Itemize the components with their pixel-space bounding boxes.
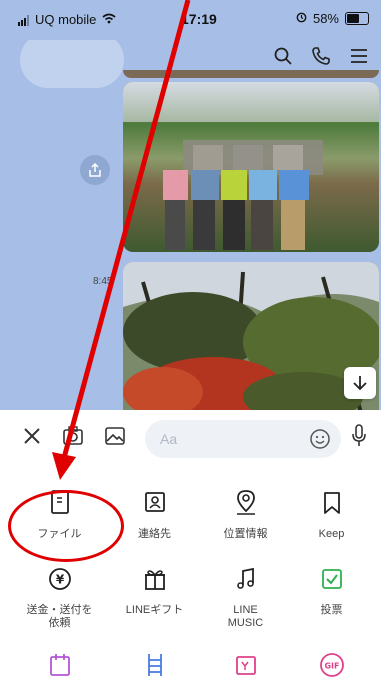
yen-icon: ¥ bbox=[12, 564, 107, 594]
previous-image-edge bbox=[123, 70, 379, 78]
menu-label-line-music: LINE bbox=[233, 604, 258, 616]
share-button[interactable] bbox=[80, 155, 110, 185]
menu-item-vote[interactable]: 投票 bbox=[284, 564, 379, 617]
menu-label-money-request: 送金・送付を bbox=[26, 604, 93, 616]
emoji-icon[interactable] bbox=[309, 428, 331, 455]
battery-percent: 58% bbox=[312, 11, 339, 26]
svg-text:¥: ¥ bbox=[55, 573, 64, 587]
status-bar: UQ mobile 17:19 58% bbox=[0, 0, 381, 40]
menu-label-keep: Keep bbox=[318, 528, 345, 540]
photo-sky bbox=[123, 82, 379, 122]
gif-icon: GIF bbox=[284, 650, 379, 680]
alarm-icon bbox=[296, 11, 307, 26]
menu-item-calendar[interactable] bbox=[12, 650, 107, 680]
battery-group: 58% bbox=[296, 11, 369, 26]
menu-item-money-request[interactable]: ¥ 送金・送付を 依頼 bbox=[12, 564, 107, 630]
bookmark-icon bbox=[284, 488, 379, 518]
carrier-label: UQ mobile bbox=[35, 12, 97, 27]
calendar-icon bbox=[12, 650, 107, 680]
phone-icon[interactable] bbox=[311, 46, 331, 66]
gift-icon bbox=[107, 564, 202, 594]
menu-item-location[interactable]: 位置情報 bbox=[198, 488, 293, 541]
contact-icon bbox=[107, 488, 202, 518]
share-icon bbox=[89, 163, 101, 177]
menu-label-money-request-line2: 依頼 bbox=[48, 617, 71, 629]
chat-partner-avatar[interactable] bbox=[20, 40, 124, 88]
image-icon[interactable] bbox=[104, 426, 126, 451]
menu-label-line-music-line2: MUSIC bbox=[227, 617, 264, 629]
message-timestamp: 8:45 bbox=[93, 276, 113, 287]
yahoo-icon bbox=[198, 650, 293, 680]
scroll-to-bottom-button[interactable] bbox=[344, 367, 376, 399]
menu-item-yahoo[interactable] bbox=[198, 650, 293, 680]
ladder-icon bbox=[107, 650, 202, 680]
menu-item-line-music[interactable]: LINE MUSIC bbox=[198, 564, 293, 630]
photo-message-hikers[interactable] bbox=[123, 82, 379, 252]
microphone-icon[interactable] bbox=[350, 424, 368, 453]
chat-header-actions bbox=[273, 40, 369, 72]
search-icon[interactable] bbox=[273, 46, 293, 66]
gif-icon-text: GIF bbox=[324, 662, 339, 671]
photo-message-autumn-trees[interactable] bbox=[123, 262, 379, 410]
vote-icon bbox=[284, 564, 379, 594]
menu-label-line-gift: LINEギフト bbox=[125, 604, 184, 616]
photo-foliage bbox=[123, 262, 379, 410]
carrier-group: UQ mobile bbox=[18, 12, 116, 27]
menu-item-gif[interactable]: GIF bbox=[284, 650, 379, 680]
status-time: 17:19 bbox=[181, 11, 217, 27]
message-input[interactable]: Aa bbox=[145, 420, 341, 458]
message-input-placeholder: Aa bbox=[160, 431, 178, 447]
menu-label-location: 位置情報 bbox=[223, 528, 268, 540]
location-icon bbox=[198, 488, 293, 518]
music-icon bbox=[198, 564, 293, 594]
battery-icon bbox=[345, 12, 369, 25]
message-input-bar: Aa bbox=[0, 410, 381, 468]
photo-group-people bbox=[163, 140, 323, 250]
arrow-down-icon bbox=[353, 376, 367, 391]
menu-icon[interactable] bbox=[349, 46, 369, 66]
menu-item-keep[interactable]: Keep bbox=[284, 488, 379, 541]
chat-area: 8:45 bbox=[0, 40, 381, 410]
menu-item-line-gift[interactable]: LINEギフト bbox=[107, 564, 202, 617]
signal-icon bbox=[18, 14, 29, 26]
menu-label-vote: 投票 bbox=[320, 604, 343, 616]
annotation-circle bbox=[8, 490, 124, 562]
menu-item-ladder[interactable] bbox=[107, 650, 202, 680]
close-icon[interactable] bbox=[22, 426, 42, 451]
camera-icon[interactable] bbox=[62, 426, 84, 451]
wifi-icon bbox=[102, 12, 116, 27]
